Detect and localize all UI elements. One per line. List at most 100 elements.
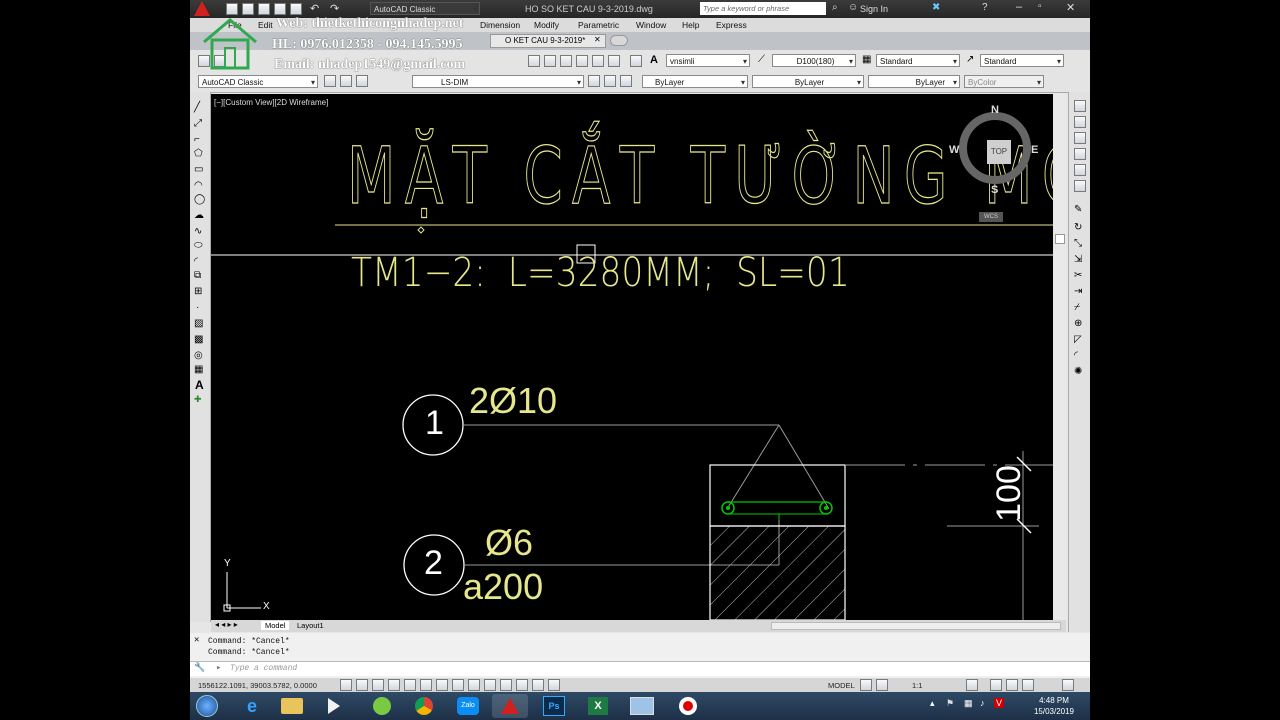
autocad-task-icon[interactable] [492,694,528,718]
rotate-icon[interactable]: ↻ [1074,222,1082,233]
markup-icon[interactable] [592,55,604,67]
maximize-button[interactable]: ▫ [1038,1,1042,12]
dyn-icon[interactable] [468,679,480,691]
polyline-icon[interactable]: ⌐ [194,134,200,145]
tab-document[interactable]: O KET CAU 9-3-2019* [490,34,606,48]
line-tool-icon[interactable]: ╱ [194,102,200,113]
undo-icon[interactable]: ↶ [310,2,319,15]
snap-mode-icon[interactable] [356,679,368,691]
spline-icon[interactable]: ∿ [194,226,202,237]
sign-in-link[interactable]: Sign In [860,4,888,14]
unikey-icon[interactable]: V [994,698,1005,708]
revcloud-icon[interactable]: ☁ [194,210,204,221]
volume-icon[interactable]: ♪ [980,698,985,708]
chamfer-icon[interactable]: ◸ [1074,334,1082,345]
exchange-icon[interactable]: ✖ [932,2,940,13]
table-icon[interactable]: ▦ [194,364,203,375]
compass-east[interactable]: E [1031,144,1038,156]
chrome-icon[interactable] [406,694,442,718]
explorer-icon[interactable] [274,694,310,718]
ducs-icon[interactable] [452,679,464,691]
layer-manager-icon[interactable] [324,75,336,87]
quick-props-icon[interactable] [516,679,528,691]
grid-icon[interactable] [372,679,384,691]
menu-modify[interactable]: Modify [534,20,559,30]
new-tab-button[interactable] [610,35,628,46]
insert-block-icon[interactable]: ⧉ [194,270,201,281]
drawing-canvas[interactable]: [−][Custom View][2D Wireframe] MẶT CẮT T… [211,94,1053,620]
array-icon[interactable] [1074,164,1086,176]
search-icon[interactable]: ⌕ [832,2,838,13]
infer-constraints-icon[interactable] [340,679,352,691]
quickcalc-icon[interactable] [608,55,620,67]
menu-help[interactable]: Help [682,20,699,30]
search-input[interactable]: Type a keyword or phrase [700,2,826,15]
mirror-icon[interactable] [1074,132,1086,144]
scroll-thumb[interactable] [1055,234,1065,244]
scale-icon[interactable]: ⤡ [1074,238,1082,249]
trim-icon[interactable]: ✂ [1074,270,1082,281]
compass-south[interactable]: S [991,184,998,196]
erase-icon[interactable] [1074,100,1086,112]
menu-window[interactable]: Window [636,20,666,30]
vertical-scrollbar[interactable] [1054,94,1066,620]
fillet-icon[interactable]: ◜ [1074,350,1078,361]
coordinates-readout[interactable]: 1556122.1091, 39003.5782, 0.0000 [198,681,317,690]
layer-previous-icon[interactable] [604,75,616,87]
viewcube[interactable]: TOP [959,112,1031,184]
stretch-icon[interactable]: ⇲ [1074,254,1082,265]
horizontal-scrollbar[interactable] [771,622,1061,630]
circle-icon[interactable]: ◯ [194,194,205,205]
print-icon[interactable] [290,3,302,15]
zalo-icon[interactable]: Zalo [450,694,486,718]
osnap-icon[interactable] [420,679,432,691]
extend-icon[interactable]: ⇥ [1074,286,1082,297]
gradient-icon[interactable]: ▩ [194,334,203,345]
ellipse-icon[interactable]: ⬭ [194,240,203,251]
help-icon[interactable]: ? [982,2,988,13]
compass-west[interactable]: W [949,144,959,156]
layer-match-icon[interactable] [620,75,632,87]
rectangle-icon[interactable]: ▭ [194,164,203,175]
annotation-monitor-icon[interactable] [548,679,560,691]
network-icon[interactable]: ▦ [964,698,973,709]
brush-icon[interactable]: ✎ [1074,204,1082,215]
mleader-style-dropdown[interactable]: Standard [980,54,1064,67]
plotstyle-dropdown[interactable]: ByColor [964,75,1044,88]
menu-express[interactable]: Express [716,20,747,30]
color-dropdown[interactable]: ByLayer [642,75,748,88]
polygon-icon[interactable]: ⬠ [194,148,203,159]
wrench-icon[interactable]: 🔧 [194,663,205,673]
layer-state-icon[interactable] [340,75,352,87]
layer-dropdown[interactable]: LS-DIM [412,75,584,88]
minimize-button[interactable]: – [1016,1,1022,13]
explode-icon[interactable]: ✺ [1074,366,1082,377]
clock[interactable]: 4:48 PM 15/03/2019 [1028,695,1080,717]
offset-icon[interactable] [1074,148,1086,160]
join-icon[interactable]: ⊕ [1074,318,1082,329]
table-style-dropdown[interactable]: Standard [876,54,960,67]
close-command-icon[interactable]: ✕ [194,635,199,645]
tab-model[interactable]: Model [261,621,290,630]
menu-dimension[interactable]: Dimension [480,20,520,30]
make-current-icon[interactable] [588,75,600,87]
excel-icon[interactable]: X [580,694,616,718]
lineweight-icon[interactable] [484,679,496,691]
ie-icon[interactable]: e [234,694,270,718]
point-icon[interactable]: · [196,302,199,313]
recorder-icon[interactable] [670,694,706,718]
tab-layout1[interactable]: Layout1 [293,621,328,630]
menu-parametric[interactable]: Parametric [578,20,619,30]
transparency-icon[interactable] [500,679,512,691]
isolate-objects-icon[interactable] [1022,679,1034,691]
media-player-icon[interactable] [316,694,352,718]
help-icon[interactable] [630,55,642,67]
ellipse-arc-icon[interactable]: ◜ [194,256,198,267]
snap-display-icon[interactable] [876,679,888,691]
flag-icon[interactable]: ⚑ [946,698,954,709]
redo-icon[interactable]: ↷ [330,2,339,15]
make-block-icon[interactable]: ⊞ [194,286,202,297]
hardware-accel-icon[interactable] [1006,679,1018,691]
dim-style-dropdown[interactable]: D100(180) [772,54,856,67]
break-icon[interactable]: ⌿ [1074,302,1080,313]
